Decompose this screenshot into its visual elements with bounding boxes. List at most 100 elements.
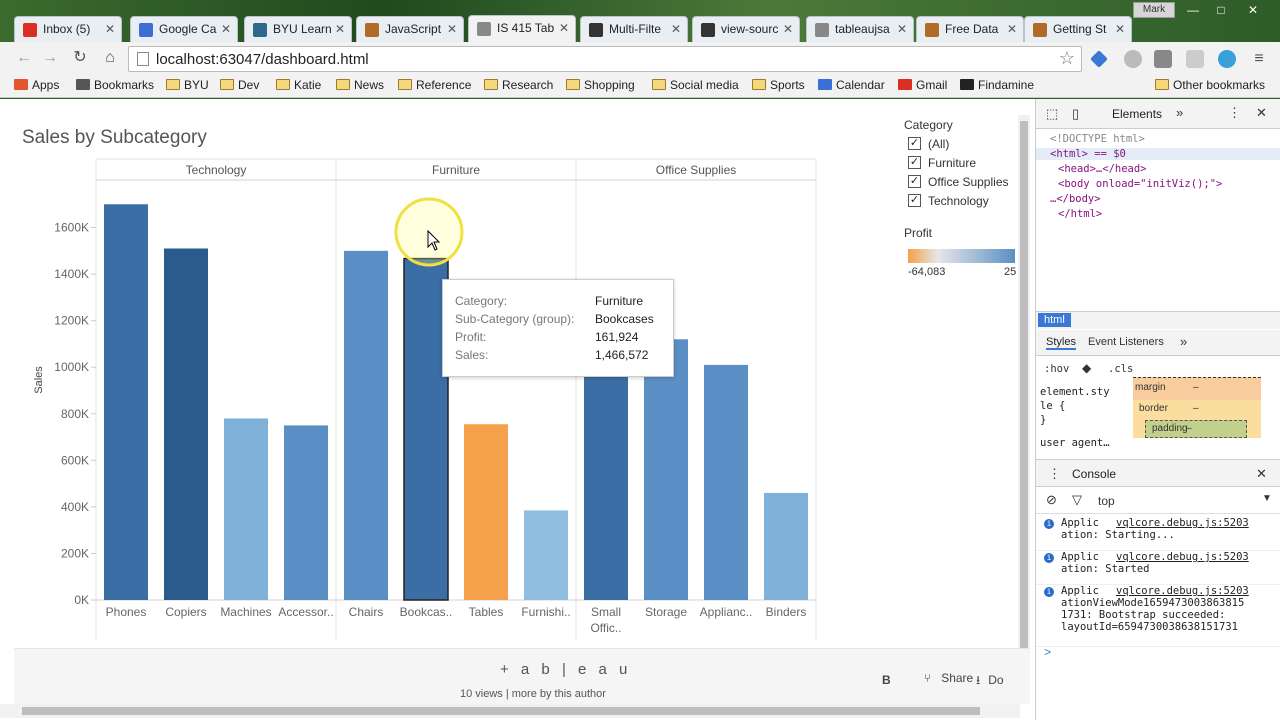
close-tab-icon[interactable]: ✕ [446, 22, 457, 36]
bar[interactable] [104, 204, 148, 600]
forward-icon[interactable]: → [40, 48, 60, 68]
bar[interactable] [164, 248, 208, 600]
bar[interactable] [344, 250, 388, 601]
console-tab[interactable]: Console [1072, 467, 1116, 481]
checkbox-checked-icon[interactable]: ✓ [908, 156, 921, 169]
maximize-icon[interactable]: □ [1208, 2, 1234, 18]
legend-item[interactable]: ✓ (All) [908, 137, 949, 151]
context-select[interactable]: top [1098, 494, 1115, 508]
tab-6[interactable]: Multi-Filte ✕ [580, 16, 688, 42]
bookmark-item[interactable]: Findamine [960, 78, 1034, 92]
scroll-thumb[interactable] [22, 707, 980, 715]
close-tab-icon[interactable]: ✕ [104, 22, 115, 36]
checkbox-checked-icon[interactable]: ✓ [908, 137, 921, 150]
close-tab-icon[interactable]: ✕ [558, 21, 569, 35]
extension-icon[interactable] [1124, 50, 1142, 68]
scroll-thumb[interactable] [1020, 121, 1028, 659]
horizontal-scrollbar[interactable] [0, 704, 1020, 718]
console-source-link[interactable]: vqlcore.debug.js:5203 [1116, 551, 1249, 563]
bookmark-star-icon[interactable]: ☆ [1059, 48, 1075, 69]
bookmark-item[interactable]: Dev [220, 78, 259, 92]
tab-event-listeners[interactable]: Event Listeners [1088, 336, 1164, 348]
bookmark-item[interactable]: Katie [276, 78, 321, 92]
dom-node[interactable]: <body onload="initViz();"> [1058, 178, 1222, 190]
tab-8[interactable]: tableaujsa ✕ [806, 16, 914, 42]
close-tab-icon[interactable]: ✕ [334, 22, 345, 36]
legend-item[interactable]: ✓ Technology [908, 194, 989, 208]
extension-icon[interactable] [1154, 50, 1172, 68]
filter-icon[interactable]: ▽ [1072, 492, 1082, 508]
close-tab-icon[interactable]: ✕ [220, 22, 231, 36]
device-toolbar-icon[interactable]: ▯ [1072, 106, 1079, 122]
legend-item[interactable]: ✓ Furniture [908, 156, 976, 170]
diamond-icon[interactable]: ◆ [1082, 361, 1091, 375]
bar[interactable] [224, 418, 268, 600]
bold-button[interactable]: B [882, 673, 891, 687]
close-tab-icon[interactable]: ✕ [1006, 22, 1017, 36]
close-tab-icon[interactable]: ✕ [1114, 22, 1125, 36]
tab-3[interactable]: BYU Learn ✕ [244, 16, 352, 42]
profile-button[interactable]: Mark [1133, 2, 1175, 18]
tab-1[interactable]: Inbox (5) ✕ [14, 16, 122, 42]
bookmark-item[interactable]: Social media [652, 78, 739, 92]
console-source-link[interactable]: vqlcore.debug.js:5203 [1116, 585, 1249, 597]
view-count[interactable]: 10 views | more by this author [460, 688, 606, 700]
bar[interactable] [584, 367, 628, 600]
breadcrumb[interactable]: html [1038, 313, 1071, 327]
bookmark-item[interactable]: Gmail [898, 78, 947, 92]
vertical-scrollbar[interactable] [1018, 115, 1030, 667]
dom-node[interactable]: <head>…</head> [1058, 163, 1147, 175]
bar[interactable] [644, 339, 688, 600]
menu-icon[interactable]: ≡ [1252, 51, 1266, 70]
legend-item[interactable]: ✓ Office Supplies [908, 175, 1009, 189]
bookmark-item[interactable]: Sports [752, 78, 805, 92]
bookmark-item[interactable]: Bookmarks [76, 78, 154, 92]
home-icon[interactable]: ⌂ [100, 48, 120, 68]
tab-4[interactable]: JavaScript ✕ [356, 16, 464, 42]
tab-5[interactable]: IS 415 Tab ✕ [468, 15, 576, 42]
address-bar[interactable]: localhost:63047/dashboard.html ☆ [128, 46, 1082, 72]
tab-7[interactable]: view-sourc ✕ [692, 16, 800, 42]
more-tabs-icon[interactable]: » [1180, 334, 1187, 349]
close-tab-icon[interactable]: ✕ [782, 22, 793, 36]
bar[interactable] [704, 364, 748, 600]
bookmark-item[interactable]: Calendar [818, 78, 885, 92]
checkbox-checked-icon[interactable]: ✓ [908, 194, 921, 207]
dom-node[interactable]: <!DOCTYPE html> [1050, 133, 1145, 145]
console-prompt[interactable]: > [1044, 645, 1051, 659]
bookmark-item[interactable]: News [336, 78, 384, 92]
kebab-menu-icon[interactable]: ⋮ [1048, 466, 1061, 482]
hov-toggle[interactable]: :hov [1044, 363, 1069, 375]
tab-10[interactable]: Getting St ✕ [1024, 16, 1132, 42]
dom-node[interactable]: </html> [1058, 208, 1102, 220]
bar[interactable] [284, 425, 328, 600]
minimize-icon[interactable]: — [1180, 2, 1206, 18]
console-source-link[interactable]: vqlcore.debug.js:5203 [1116, 517, 1249, 529]
reload-icon[interactable]: ↻ [70, 48, 90, 68]
checkbox-checked-icon[interactable]: ✓ [908, 175, 921, 188]
dom-node[interactable]: <html> == $0 [1036, 148, 1280, 160]
dom-node[interactable]: …</body> [1050, 193, 1101, 205]
clear-console-icon[interactable]: ⊘ [1046, 492, 1057, 508]
close-drawer-icon[interactable]: ✕ [1256, 466, 1267, 482]
bookmark-item[interactable]: Shopping [566, 78, 635, 92]
bar[interactable] [764, 492, 808, 600]
other-bookmarks[interactable]: Other bookmarks [1155, 78, 1265, 92]
bookmark-item[interactable]: Research [484, 78, 553, 92]
tableau-logo[interactable]: + a b | e a u [500, 661, 631, 678]
tab-elements[interactable]: Elements [1112, 107, 1162, 121]
bookmark-item[interactable]: Apps [14, 78, 59, 92]
tab-2[interactable]: Google Ca ✕ [130, 16, 238, 42]
close-tab-icon[interactable]: ✕ [896, 22, 907, 36]
extension-icon[interactable] [1218, 50, 1236, 68]
bar[interactable] [524, 510, 568, 600]
download-button[interactable]: ⭳ Do [976, 671, 1004, 692]
back-icon[interactable]: ← [14, 48, 34, 68]
close-window-icon[interactable]: ✕ [1240, 2, 1266, 18]
bar[interactable] [464, 424, 508, 600]
kebab-menu-icon[interactable]: ⋮ [1228, 105, 1241, 121]
more-tabs-icon[interactable]: » [1176, 105, 1183, 120]
cls-toggle[interactable]: .cls [1108, 363, 1133, 375]
inspect-icon[interactable]: ⬚ [1046, 106, 1058, 122]
bookmark-item[interactable]: BYU [166, 78, 209, 92]
